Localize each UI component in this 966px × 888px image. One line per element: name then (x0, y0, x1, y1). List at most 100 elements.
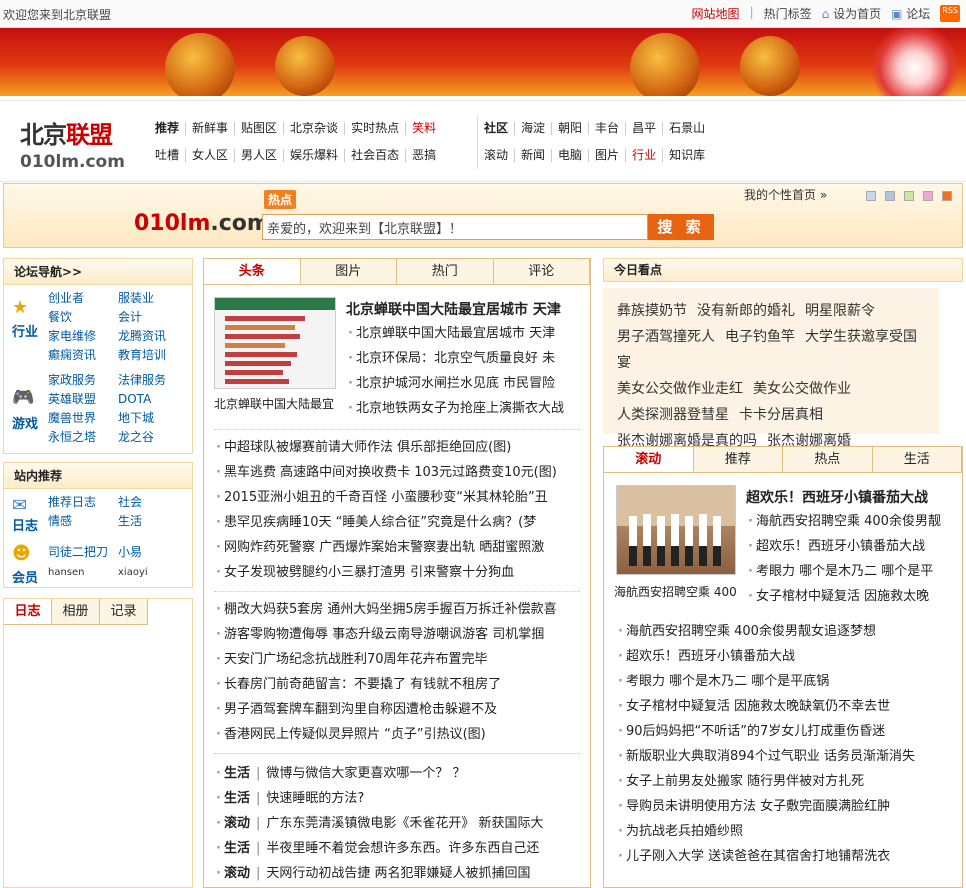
nav-item[interactable]: 娱乐爆料 (284, 149, 346, 162)
item-tag[interactable]: 滚动 (224, 866, 250, 881)
list-item[interactable]: 滚动 | 天网行动初战告捷 两名犯罪嫌疑人被抓捕回国 (214, 861, 586, 886)
list-item[interactable]: 新版职业大典取消894个过气职业 话务员渐渐消失 (616, 744, 956, 769)
nav-item[interactable]: 图片 (589, 149, 627, 162)
search-input[interactable] (262, 214, 648, 240)
nav-item[interactable]: 新闻 (515, 149, 553, 162)
category-industry[interactable]: 行业 (12, 321, 38, 340)
list-item[interactable]: 香港网民上传疑似灵异照片 “贞子”引热议(图) (214, 722, 586, 747)
nav-item[interactable]: 吐槽 (149, 149, 187, 162)
item-text[interactable]: 半夜里睡不着觉会想许多东西。许多东西自己还 (266, 841, 539, 856)
nav-item[interactable]: 行业 (626, 149, 664, 162)
today-keyword[interactable]: 明星限薪令 (805, 303, 875, 319)
tab-2[interactable]: 记录 (100, 599, 148, 624)
list-item[interactable]: 滚动 | 广东东莞清溪镇微电影《禾雀花开》 新获国际大 (214, 811, 586, 836)
list-item[interactable]: 生活 | 微博与微信大家更喜欢哪一个？ ？ (214, 761, 586, 786)
nav-item[interactable]: 社区 (478, 122, 516, 135)
category-link[interactable]: 会计 (118, 308, 188, 327)
nav-item[interactable]: 电脑 (552, 149, 590, 162)
list-item[interactable]: 女子上前男友处搬家 随行男伴被对方扎死 (616, 769, 956, 794)
category-link[interactable]: 家电维修 (48, 327, 118, 346)
category-link[interactable]: DOTA (118, 390, 188, 409)
sitemap-link[interactable]: 网站地图 (692, 5, 740, 22)
list-item[interactable]: 天安门广场纪念抗战胜利70周年花卉布置完毕 (214, 647, 586, 672)
site-logo[interactable]: 北京联盟 010lm.com (20, 115, 125, 172)
headline-thumbnail[interactable] (214, 297, 336, 389)
nav-item[interactable]: 推荐 (149, 122, 187, 135)
item-tag[interactable]: 生活 (224, 841, 250, 856)
tab-3[interactable]: 生活 (873, 447, 962, 472)
hot-tags-link[interactable]: 热门标签 (764, 5, 812, 22)
theme-green-swatch[interactable] (904, 191, 914, 201)
forum-link[interactable]: ▣ 论坛 (891, 5, 930, 22)
category-link[interactable]: 家政服务 (48, 371, 118, 390)
list-item[interactable]: 海航西安招聘空乘 400余俊男靓女追逐梦想 (616, 619, 956, 644)
today-keyword[interactable]: 人类探测器登彗星 (617, 407, 729, 423)
list-item[interactable]: 超欢乐！西班牙小镇番茄大战 (616, 644, 956, 669)
list-item[interactable]: 女子发现被劈腿约小三暴打渣男 引来警察十分狗血 (214, 560, 586, 585)
category-link[interactable]: 司徒二把刀 (48, 543, 118, 562)
list-item[interactable]: 生活 | 快速睡眠的方法? (214, 786, 586, 811)
theme-blue-swatch[interactable] (866, 191, 876, 201)
category-link[interactable]: 推荐日志 (48, 493, 118, 512)
tab-1[interactable]: 推荐 (694, 447, 783, 472)
today-keyword[interactable]: 男子酒驾撞死人 (617, 329, 715, 345)
category-blog[interactable]: 日志 (12, 515, 38, 534)
category-link[interactable]: 魔兽世界 (48, 409, 118, 428)
tab-1[interactable]: 图片 (301, 259, 397, 284)
rss-icon[interactable]: RSS (940, 5, 960, 22)
tab-0[interactable]: 日志 (4, 599, 52, 624)
tab-3[interactable]: 评论 (494, 259, 590, 284)
theme-orange-swatch[interactable] (942, 191, 952, 201)
today-keyword[interactable]: 卡卡分居真相 (739, 407, 823, 423)
category-link[interactable]: 情感 (48, 512, 118, 531)
nav-item[interactable]: 知识库 (663, 149, 711, 162)
list-item[interactable]: 网购炸药死警察 广西爆炸案始末警察妻出轨 晒甜蜜照激 (214, 535, 586, 560)
category-link[interactable]: 癫痫资讯 (48, 346, 118, 365)
nav-item[interactable]: 男人区 (235, 149, 285, 162)
nav-item[interactable]: 丰台 (589, 122, 627, 135)
nav-item[interactable]: 实时热点 (345, 122, 407, 135)
item-tag[interactable]: 滚动 (224, 816, 250, 831)
list-item[interactable]: 导购员未讲明使用方法 女子敷完面膜满脸红肿 (616, 794, 956, 819)
list-item[interactable]: 北京地铁两女子为抢座上演撕衣大战 (346, 396, 584, 421)
item-text[interactable]: 快速睡眠的方法? (266, 791, 364, 806)
tab-0[interactable]: 滚动 (604, 447, 694, 472)
category-members[interactable]: 会员 (12, 567, 38, 586)
category-link[interactable]: 社会 (118, 493, 188, 512)
category-link[interactable]: hansen (48, 563, 118, 582)
category-link[interactable]: 法律服务 (118, 371, 188, 390)
list-item[interactable]: 海航西安招聘空乘 400余俊男靓 (746, 509, 958, 534)
my-homepage-link[interactable]: 我的个性首页 » (744, 186, 827, 203)
category-link[interactable]: 龙腾资讯 (118, 327, 188, 346)
list-item[interactable]: 棚改大妈获5套房 通州大妈坐拥5房手握百万拆迁补偿款喜 (214, 597, 586, 622)
list-item[interactable]: 考眼力 哪个是木乃二 哪个是平底锅 (616, 669, 956, 694)
nav-item[interactable]: 女人区 (186, 149, 236, 162)
category-link[interactable]: 小易 (118, 543, 188, 562)
nav-item[interactable]: 社会百态 (345, 149, 407, 162)
category-link[interactable]: 服装业 (118, 289, 188, 308)
category-games[interactable]: 游戏 (12, 413, 38, 432)
category-link[interactable]: 创业者 (48, 289, 118, 308)
category-link[interactable]: 生活 (118, 512, 188, 531)
rolling-thumb-caption[interactable]: 海航西安招聘空乘 400 (614, 583, 737, 600)
tab-0[interactable]: 头条 (204, 259, 301, 284)
list-item[interactable]: 北京护城河水闸拦水见底 市民冒险 (346, 371, 584, 396)
nav-item[interactable]: 贴图区 (235, 122, 285, 135)
list-item[interactable]: 北京环保局：北京空气质量良好 未 (346, 346, 584, 371)
today-keyword[interactable]: 电子钓鱼竿 (725, 329, 795, 345)
list-item[interactable]: 男子酒驾套牌车翻到沟里自称因遭枪击躲避不及 (214, 697, 586, 722)
category-link[interactable]: 英雄联盟 (48, 390, 118, 409)
today-keyword[interactable]: 彝族摸奶节 (617, 303, 687, 319)
thumbnail-caption[interactable]: 北京蝉联中国大陆最宜 (214, 395, 334, 412)
nav-item[interactable]: 朝阳 (552, 122, 590, 135)
nav-item[interactable]: 笑料 (406, 122, 442, 135)
item-tag[interactable]: 生活 (224, 791, 250, 806)
today-keyword[interactable]: 没有新郎的婚礼 (697, 303, 795, 319)
list-item[interactable]: 2015亚洲小姐丑的千奇百怪 小蛮腰秒变“米其林轮胎”丑 (214, 485, 586, 510)
today-keyword[interactable]: 美女公交做作业走红 (617, 381, 743, 397)
nav-item[interactable]: 恶搞 (406, 149, 442, 162)
list-item[interactable]: 为抗战老兵拍婚纱照 (616, 819, 956, 844)
search-button[interactable]: 搜 索 (648, 214, 714, 240)
category-link[interactable]: 地下城 (118, 409, 188, 428)
list-item[interactable]: 游客零购物遭侮辱 事态升级云南导游嘲讽游客 司机掌掴 (214, 622, 586, 647)
